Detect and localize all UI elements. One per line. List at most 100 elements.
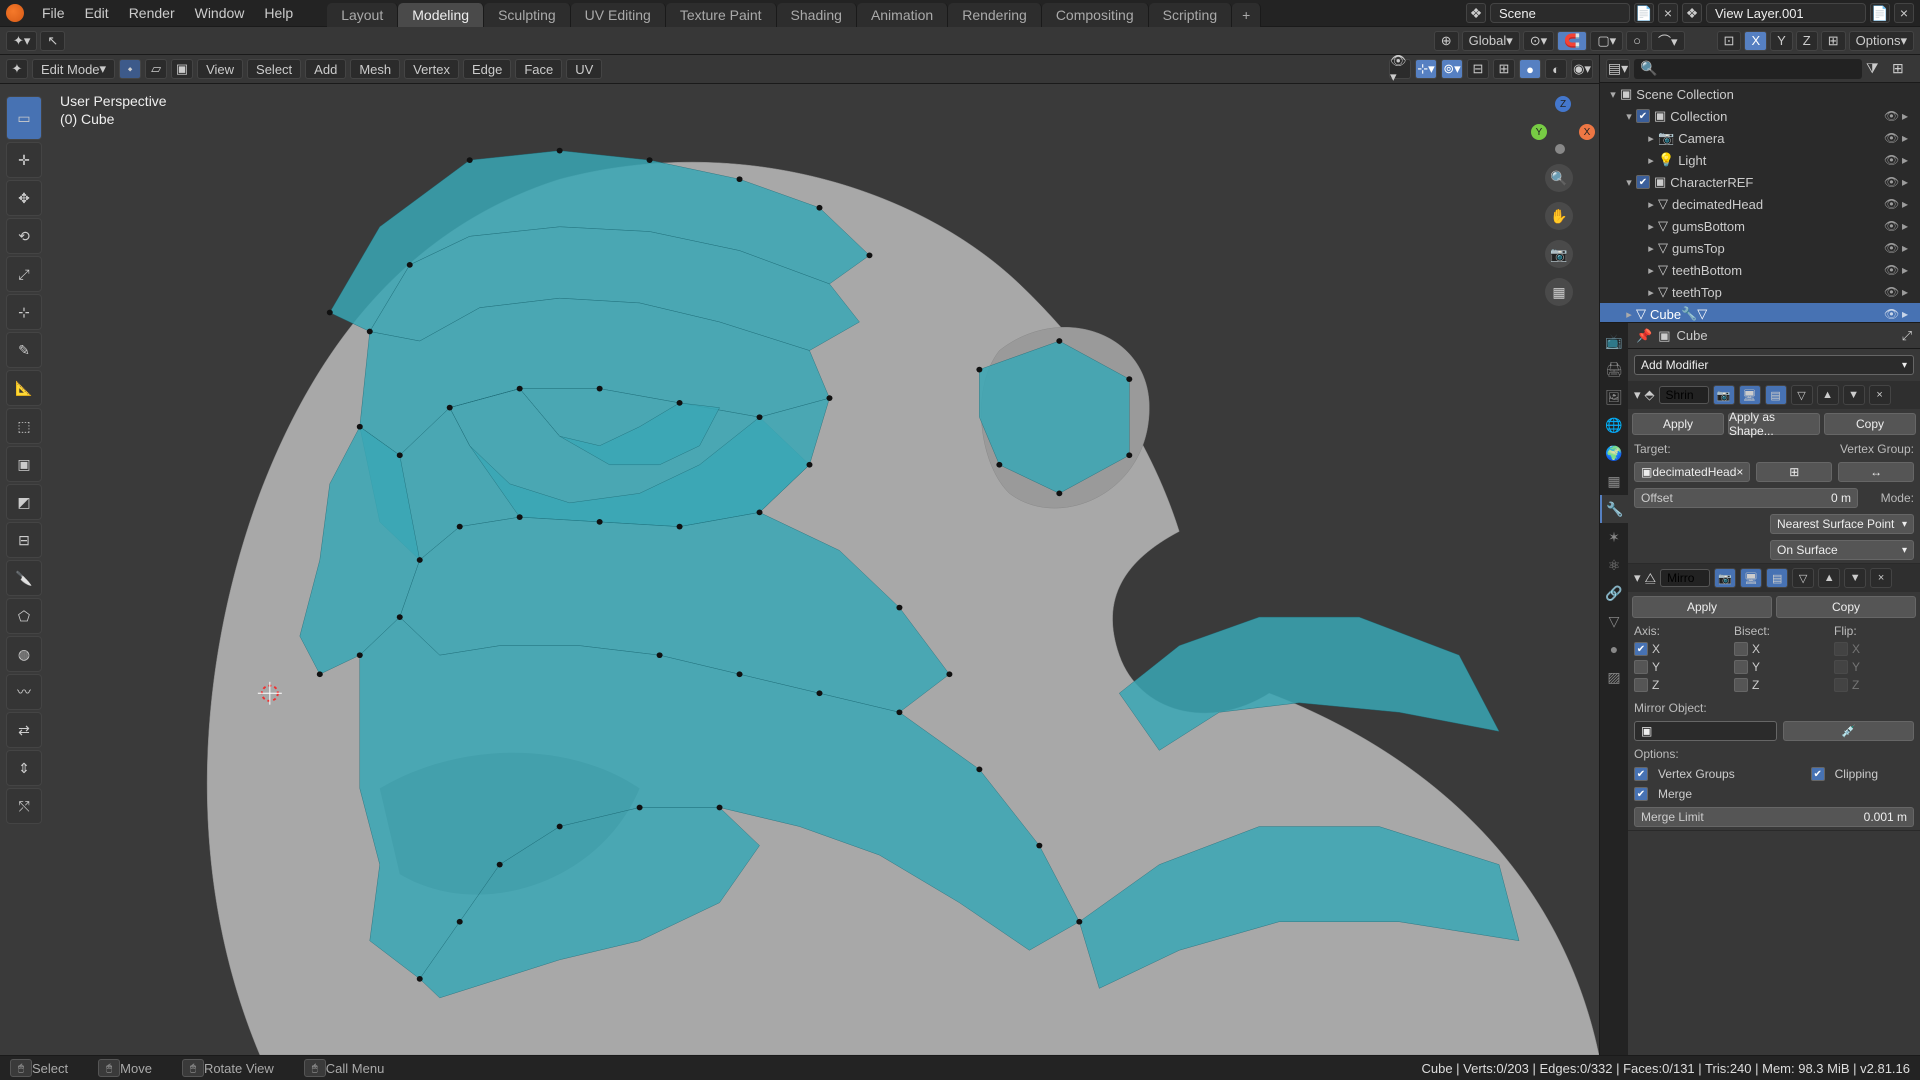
- face-select-mode[interactable]: ▣: [171, 59, 193, 79]
- proportional-falloff-menu[interactable]: ⌒▾: [1651, 31, 1685, 51]
- tab-add-workspace[interactable]: +: [1232, 3, 1261, 27]
- mirror-name-field[interactable]: [1660, 569, 1710, 587]
- mirror-editmode-toggle[interactable]: ▤: [1766, 568, 1788, 588]
- viewport-canvas[interactable]: [0, 84, 1599, 1055]
- axis-x-toggle[interactable]: X: [1744, 31, 1767, 51]
- ptab-object[interactable]: ▦: [1600, 467, 1628, 495]
- mode-selector[interactable]: Edit Mode ▾: [32, 59, 115, 79]
- axis-y-icon[interactable]: Y: [1531, 124, 1547, 140]
- snap-mode[interactable]: On Surface: [1770, 540, 1914, 560]
- outliner-collection-1[interactable]: ▾✔▣ CharacterREF 👁▸: [1600, 171, 1920, 193]
- menu-edit[interactable]: Edit: [75, 5, 119, 21]
- shrinkwrap-move-up[interactable]: ▲: [1817, 385, 1839, 405]
- tool-inset[interactable]: ▣: [6, 446, 42, 482]
- orientation-icon[interactable]: ⊕: [1434, 31, 1459, 51]
- snap-target-menu[interactable]: ▢▾: [1590, 31, 1623, 51]
- tab-layout[interactable]: Layout: [327, 3, 398, 27]
- outliner-filter-icon[interactable]: ⧩: [1866, 60, 1888, 77]
- axis-gizmo[interactable]: X Y Z: [1529, 94, 1589, 154]
- outliner-item-teethbottom[interactable]: ▸▽ teethBottom 👁▸: [1600, 259, 1920, 281]
- shrinkwrap-name-field[interactable]: [1659, 386, 1709, 404]
- ptab-world[interactable]: 🌍: [1600, 439, 1628, 467]
- offset-field[interactable]: Offset 0 m: [1634, 488, 1858, 508]
- outliner-new-collection-icon[interactable]: ⊞: [1892, 60, 1914, 77]
- menu-view[interactable]: View: [197, 59, 243, 79]
- snap-toggle[interactable]: 🧲: [1557, 31, 1587, 51]
- selectability-icon[interactable]: 👁▾: [1389, 59, 1411, 79]
- view-layer-selector[interactable]: View Layer.001: [1706, 3, 1866, 23]
- mirror-object-eyedrop[interactable]: 💉: [1783, 721, 1914, 741]
- xray-toggle-icon[interactable]: ⊟: [1467, 59, 1489, 79]
- mirror-realtime-toggle[interactable]: 🖥: [1740, 568, 1762, 588]
- cursor-tool-icon[interactable]: ↖: [40, 31, 65, 51]
- ptab-material[interactable]: ●: [1600, 635, 1628, 663]
- menu-render[interactable]: Render: [119, 5, 185, 21]
- ptab-modifier[interactable]: 🔧: [1600, 495, 1628, 523]
- outliner-collection-0[interactable]: ▾✔▣ Collection 👁▸: [1600, 105, 1920, 127]
- vg-field[interactable]: ⊞: [1756, 462, 1832, 482]
- ptab-viewlayer[interactable]: 🖼: [1600, 383, 1628, 411]
- scene-selector[interactable]: Scene: [1490, 3, 1630, 23]
- orientation-menu[interactable]: Global ▾: [1462, 31, 1520, 51]
- axis-y-toggle[interactable]: Y: [1770, 31, 1793, 51]
- add-modifier[interactable]: Add Modifier: [1634, 355, 1914, 375]
- shading-rendered-icon[interactable]: ◉▾: [1571, 59, 1593, 79]
- perspective-toggle-icon[interactable]: ▦: [1545, 278, 1573, 306]
- tool-polybuild[interactable]: ⬠: [6, 598, 42, 634]
- opt-merge-check[interactable]: ✔: [1634, 787, 1648, 801]
- shrinkwrap-cage-toggle[interactable]: ▽: [1791, 385, 1813, 405]
- menu-add[interactable]: Add: [305, 59, 346, 79]
- mirror-move-down[interactable]: ▼: [1844, 568, 1866, 588]
- tool-select-box[interactable]: ▭: [6, 96, 42, 140]
- tab-sculpting[interactable]: Sculpting: [484, 3, 571, 27]
- outliner-scene-collection[interactable]: ▾▣ Scene Collection: [1600, 83, 1920, 105]
- tool-rip[interactable]: ⤲: [6, 788, 42, 824]
- tool-annotate[interactable]: ✎: [6, 332, 42, 368]
- mirror-move-up[interactable]: ▲: [1818, 568, 1840, 588]
- tab-texture-paint[interactable]: Texture Paint: [666, 3, 777, 27]
- mirror-apply[interactable]: Apply: [1632, 596, 1772, 618]
- tool-loopcut[interactable]: ⊟: [6, 522, 42, 558]
- wrap-method[interactable]: Nearest Surface Point: [1770, 514, 1914, 534]
- tool-scale[interactable]: ⤢: [6, 256, 42, 292]
- layer-browse-icon[interactable]: ❖: [1682, 3, 1702, 23]
- mirror-delete[interactable]: ×: [1870, 568, 1892, 588]
- tool-cursor[interactable]: ✛: [6, 142, 42, 178]
- tool-extrude[interactable]: ⬚: [6, 408, 42, 444]
- shrinkwrap-header[interactable]: ▾⬘ 📷 🖥 ▤ ▽ ▲ ▼ ×: [1628, 381, 1920, 409]
- tool-smooth[interactable]: 〰: [6, 674, 42, 710]
- tab-scripting[interactable]: Scripting: [1149, 3, 1232, 27]
- menu-mesh[interactable]: Mesh: [350, 59, 400, 79]
- tab-modeling[interactable]: Modeling: [398, 3, 484, 27]
- shading-wire-icon[interactable]: ⊞: [1493, 59, 1515, 79]
- outliner-item-teethtop[interactable]: ▸▽ teethTop 👁▸: [1600, 281, 1920, 303]
- tool-knife[interactable]: 🔪: [6, 560, 42, 596]
- opt-clip-check[interactable]: ✔: [1811, 767, 1825, 781]
- shrinkwrap-editmode-toggle[interactable]: ▤: [1765, 385, 1787, 405]
- menu-face[interactable]: Face: [515, 59, 562, 79]
- axis-z-check[interactable]: [1634, 678, 1648, 692]
- vg-invert[interactable]: ↔: [1838, 462, 1914, 482]
- ptab-mesh[interactable]: ▽: [1600, 607, 1628, 635]
- gizmo-toggle-icon[interactable]: ⊹▾: [1415, 59, 1437, 79]
- ptab-render[interactable]: 📺: [1600, 327, 1628, 355]
- breadcrumb-object[interactable]: Cube: [1676, 328, 1707, 343]
- proportional-edit-toggle[interactable]: ○: [1626, 31, 1648, 51]
- menu-help[interactable]: Help: [254, 5, 303, 21]
- outliner-item-cube[interactable]: ▸▽ Cube 🔧▽ 👁▸: [1600, 303, 1920, 322]
- tool-move[interactable]: ✥: [6, 180, 42, 216]
- menu-window[interactable]: Window: [185, 5, 255, 21]
- pivot-menu[interactable]: ⊙▾: [1523, 31, 1554, 51]
- overlay-toggle-icon[interactable]: ⊚▾: [1441, 59, 1463, 79]
- tab-rendering[interactable]: Rendering: [948, 3, 1042, 27]
- tab-uv-editing[interactable]: UV Editing: [571, 3, 666, 27]
- shrinkwrap-apply-shape[interactable]: Apply as Shape...: [1728, 413, 1820, 435]
- menu-file[interactable]: File: [32, 5, 75, 21]
- outliner-item-decimatedhead[interactable]: ▸▽ decimatedHead 👁▸: [1600, 193, 1920, 215]
- tab-animation[interactable]: Animation: [857, 3, 948, 27]
- axis-x-icon[interactable]: X: [1579, 124, 1595, 140]
- scene-new-icon[interactable]: 📄: [1634, 3, 1654, 23]
- tab-compositing[interactable]: Compositing: [1042, 3, 1149, 27]
- tab-shading[interactable]: Shading: [777, 3, 857, 27]
- bisect-y-check[interactable]: [1734, 660, 1748, 674]
